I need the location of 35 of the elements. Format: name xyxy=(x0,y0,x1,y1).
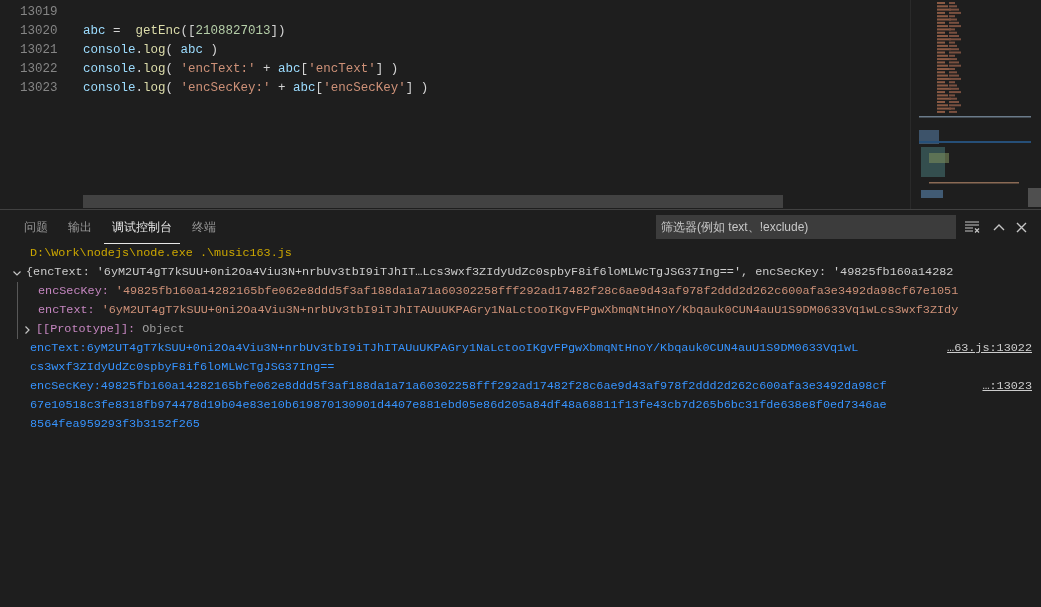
property-value: Object xyxy=(142,321,185,338)
panel-tab[interactable]: 终端 xyxy=(184,210,224,244)
scrollbar-thumb[interactable] xyxy=(1028,188,1041,207)
clear-filter-icon[interactable] xyxy=(964,220,980,234)
close-icon[interactable] xyxy=(1016,221,1027,233)
object-summary[interactable]: {encText: '6yM2UT4gT7kSUU+0ni2Oa4Viu3N+nrbUv3tbI9iTJhIT…Lcs3wxf3ZIdyUdZc0spbyF8if6loMLWcTgJSG37Ing==', encSecKey: '49825fb160a14282 xyxy=(26,263,954,282)
line-number: 13022 xyxy=(19,61,58,79)
property-key: encText: xyxy=(38,303,95,317)
horizontal-scrollbar[interactable] xyxy=(83,195,783,208)
console-line: encSecKey:49825fb160a14282165bfe062e8ddd5f3af188da1a71a60302258fff292ad17482f28c6ae9d43af978f2ddd2d262c600afa3e3492da98cf xyxy=(30,378,887,395)
source-link[interactable]: …63.js:13022 xyxy=(947,339,1032,358)
line-number: 13021 xyxy=(19,42,58,60)
code-line: console.log( abc ) xyxy=(83,42,219,60)
code-line: abc = getEnc([2108827013]) xyxy=(83,23,286,41)
line-number: 13023 xyxy=(19,80,58,98)
property-value: '6yM2UT4gT7kSUU+0ni2Oa4Viu3N+nrbUv3tbI9iTJhITAUuUKPAGry1NaLctooIKgvFPgwXbmqNtHnoY/Kbqauk0CUN4auU1S9DM0633Vq1wLcs3wxf3ZIdy xyxy=(101,303,959,317)
filter-field[interactable]: 筛选器(例如 text、!exclude) xyxy=(656,215,956,239)
console-line: encText:6yM2UT4gT7kSUU+0ni2Oa4Viu3N+nrbUv3tbI9iTJhITAUuUKPAGry1NaLctooIKgvFPgwXbmqNtHnoY/Kbqauk0CUN4auU1S9DM0633Vq1wL xyxy=(30,340,859,357)
console-line: cs3wxf3ZIdyUdZc0spbyF8if6loMLWcTgJSG37Ing== xyxy=(30,359,335,376)
property-value: '49825fb160a14282165bfe062e8ddd5f3af188da1a71a60302258fff292ad17482f28c6ae9d43af978f2ddd2d262c600afa3e3492da98cf67e1051 xyxy=(115,284,959,298)
panel-tab[interactable]: 输出 xyxy=(60,210,100,244)
line-number: 13019 xyxy=(19,4,58,22)
source-link[interactable]: …:13023 xyxy=(982,377,1032,396)
code-line: console.log( 'encSecKey:' + abc['encSecKey'] ) xyxy=(83,80,429,98)
property-key: encSecKey: xyxy=(38,284,109,298)
code-line: console.log( 'encText:' + abc['encText'] ) xyxy=(83,61,399,79)
line-number: 13020 xyxy=(19,23,58,41)
panel-tab[interactable]: 问题 xyxy=(16,210,56,244)
console-line: 8564fea959293f3b3152f265 xyxy=(30,416,200,433)
chevron-up-icon[interactable] xyxy=(993,223,1005,231)
console-line: D:\Work\nodejs\node.exe .\music163.js xyxy=(30,246,292,260)
chevron-right-icon[interactable] xyxy=(22,324,32,335)
console-line: 67e10518c3fe8318fb974478d19b04e83e10b619870130901d4407e881ebd05e86d205a84df48a68811f13fe43cb7d265b6bc31fde638e8f0ed7346ae xyxy=(30,397,887,414)
property-key[interactable]: [[Prototype]]: xyxy=(36,320,136,339)
panel-tab[interactable]: 调试控制台 xyxy=(104,210,180,244)
